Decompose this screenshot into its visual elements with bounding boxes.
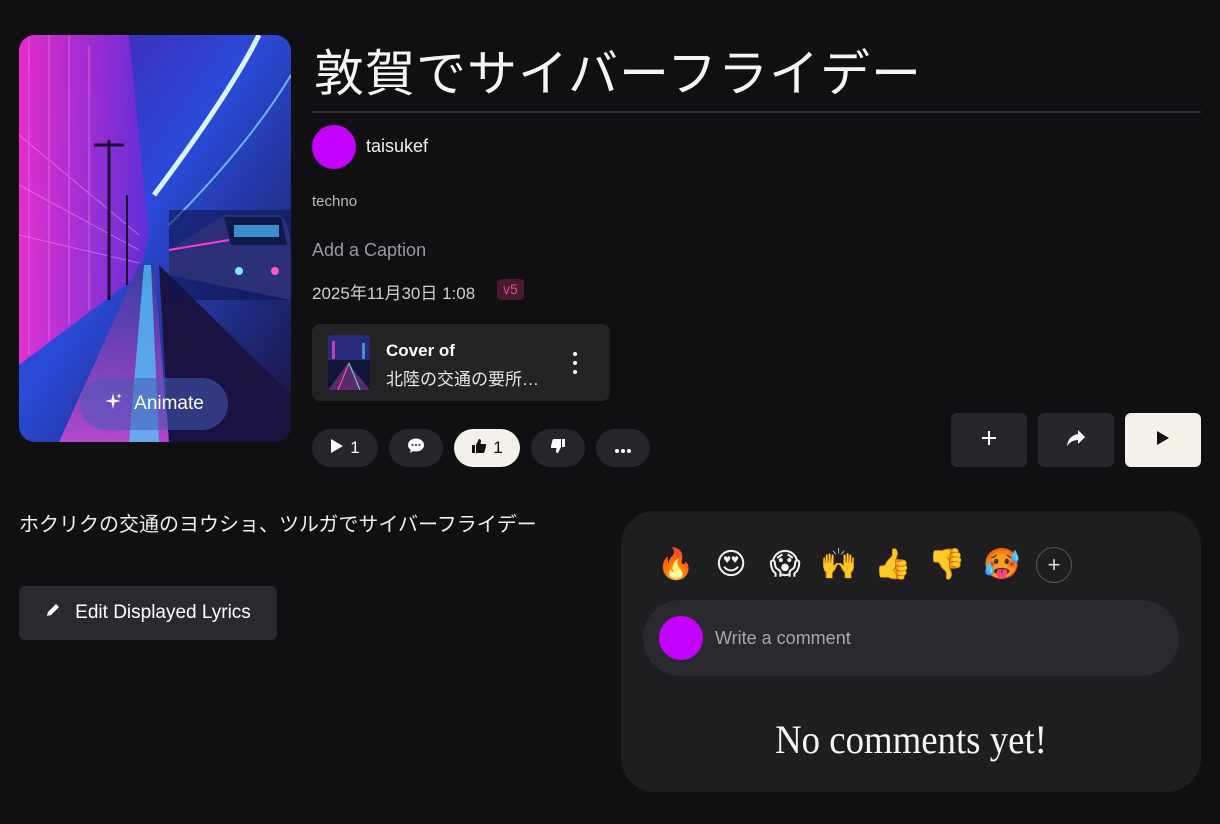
like-button[interactable]: 1: [454, 429, 520, 467]
reaction-thumbs-up-icon[interactable]: 👍: [873, 545, 913, 585]
reaction-thumbs-down-icon[interactable]: 👎: [927, 545, 967, 585]
no-comments-message: No comments yet!: [775, 717, 1047, 762]
reaction-raised-hands-icon[interactable]: 🙌: [819, 545, 859, 585]
like-count: 1: [493, 438, 503, 457]
edit-lyrics-label: Edit Displayed Lyrics: [75, 602, 251, 623]
artist-avatar[interactable]: [312, 125, 356, 169]
title-divider: [312, 111, 1201, 113]
reaction-scream-icon[interactable]: 😱: [765, 545, 805, 585]
reaction-hot-face-icon[interactable]: 🥵: [982, 545, 1022, 585]
thumbs-up-icon: [471, 438, 487, 459]
thumbs-down-icon: [550, 438, 566, 459]
play-icon: [1156, 430, 1170, 451]
comment-icon: [407, 438, 425, 459]
share-button[interactable]: [1038, 413, 1114, 467]
song-datetime: 2025年11月30日 1:08: [312, 284, 476, 303]
reaction-fire-icon[interactable]: 🔥: [656, 545, 696, 585]
model-version-badge: v5: [497, 279, 524, 300]
animate-button[interactable]: Animate: [80, 378, 228, 430]
pencil-icon: [45, 602, 61, 624]
cover-source-title[interactable]: 北陸の交通の要所…: [386, 365, 556, 390]
comment-button[interactable]: [389, 429, 443, 467]
comments-panel: 🔥 😍 😱 🙌 👍 👎 🥵 + No comments yet!: [621, 511, 1201, 792]
dislike-button[interactable]: [531, 429, 585, 467]
play-button[interactable]: [1125, 413, 1201, 467]
more-options-button[interactable]: [596, 429, 650, 467]
add-reaction-icon[interactable]: +: [1036, 547, 1072, 583]
cover-source-thumbnail: [328, 335, 370, 390]
play-count-button[interactable]: 1: [312, 429, 378, 467]
add-to-playlist-button[interactable]: [951, 413, 1027, 467]
animate-label: Animate: [134, 393, 204, 414]
share-icon: [1066, 429, 1086, 452]
plus-icon: [981, 430, 997, 451]
user-avatar: [659, 616, 703, 660]
comment-composer[interactable]: [643, 600, 1179, 676]
comment-input[interactable]: [715, 626, 1155, 650]
cover-of-card[interactable]: Cover of 北陸の交通の要所…: [312, 324, 610, 401]
song-title: 敦賀でサイバーフライデー: [314, 45, 922, 103]
song-genre: techno: [312, 193, 358, 210]
cover-of-label: Cover of: [386, 341, 455, 360]
artist-name[interactable]: taisukef: [366, 136, 428, 157]
caption-field[interactable]: Add a Caption: [312, 240, 426, 261]
sparkle-icon: [104, 392, 123, 416]
edit-lyrics-button[interactable]: Edit Displayed Lyrics: [19, 586, 277, 640]
more-vertical-icon[interactable]: [568, 352, 582, 374]
play-icon: [330, 438, 344, 459]
play-count: 1: [350, 438, 360, 457]
song-lyrics: ホクリクの交通のヨウショ、ツルガでサイバーフライデー: [19, 514, 537, 536]
reaction-heart-eyes-icon[interactable]: 😍: [711, 545, 751, 585]
more-horizontal-icon: [615, 438, 631, 458]
